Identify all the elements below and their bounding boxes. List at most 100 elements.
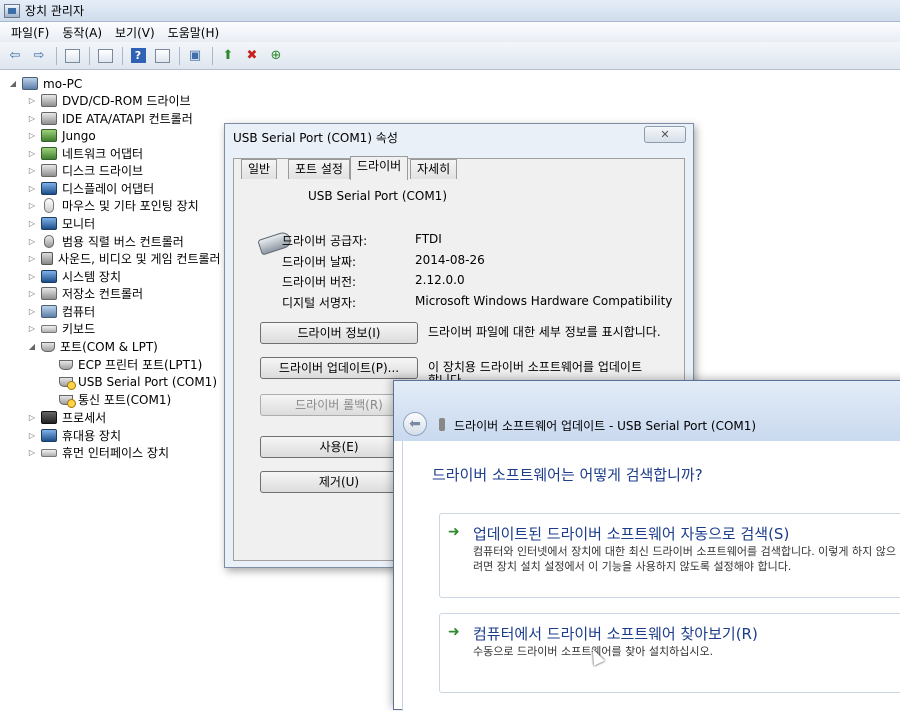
computer-icon xyxy=(41,305,57,318)
expand-icon[interactable]: ▷ xyxy=(27,237,37,246)
tree-item-label: 저장소 컨트롤러 xyxy=(62,287,144,301)
tree-item-network-adapter[interactable]: ▷ 네트워크 어댑터 xyxy=(27,145,143,162)
properties-dialog-title: USB Serial Port (COM1) 속성 xyxy=(233,131,398,145)
menu-help[interactable]: 도움말(H) xyxy=(163,24,225,41)
expand-icon[interactable]: ▷ xyxy=(27,289,37,298)
controller-icon xyxy=(41,112,57,125)
tab-port-settings[interactable]: 포트 설정 xyxy=(288,159,350,179)
update-driver-button[interactable]: 드라이버 업데이트(P)... xyxy=(260,357,418,379)
keyboard-icon xyxy=(41,324,57,333)
tree-item-disk-drive[interactable]: ▷ 디스크 드라이브 xyxy=(27,162,143,179)
scan-hardware-icon[interactable]: ▣ xyxy=(184,45,206,67)
tree-item-sound[interactable]: ▷ 사운드, 비디오 및 게임 컨트롤러 xyxy=(27,250,221,267)
expand-icon[interactable]: ▷ xyxy=(27,219,37,228)
tree-item-label: 프로세서 xyxy=(62,411,107,425)
expand-icon[interactable]: ▷ xyxy=(27,96,37,105)
expand-icon[interactable]: ▷ xyxy=(27,201,37,210)
menu-action[interactable]: 동작(A) xyxy=(57,24,107,41)
expand-icon[interactable]: ▷ xyxy=(27,448,37,457)
toolbar-divider xyxy=(179,46,180,65)
toolbar: ⇦ ⇨ ? ▣ ⬆ ✖ ⊕ xyxy=(0,42,900,70)
wizard-question: 드라이버 소프트웨어는 어떻게 검색합니까? xyxy=(432,466,703,484)
driver-provider-label: 드라이버 공급자: xyxy=(282,234,368,248)
tree-item-label: IDE ATA/ATAPI 컨트롤러 xyxy=(62,112,193,126)
expand-icon[interactable]: ▷ xyxy=(27,114,37,123)
enable-device-icon[interactable]: ⊕ xyxy=(265,45,287,67)
tree-item-comm-port[interactable]: 통신 포트(COM1) xyxy=(59,391,171,408)
tree-item-computer[interactable]: ▷ 컴퓨터 xyxy=(27,303,95,320)
tree-item-label: 네트워크 어댑터 xyxy=(62,147,144,161)
update-driver-icon[interactable]: ⬆ xyxy=(217,45,239,67)
tree-item-keyboard[interactable]: ▷ 키보드 xyxy=(27,320,95,337)
back-arrow-icon[interactable]: ⇦ xyxy=(4,45,26,67)
menu-view[interactable]: 보기(V) xyxy=(110,24,160,41)
hid-icon xyxy=(41,448,57,457)
driver-details-button[interactable]: 드라이버 정보(I) xyxy=(260,322,418,344)
digital-signer-label: 디지털 서명자: xyxy=(282,296,357,310)
option-title: 업데이트된 드라이버 소프트웨어 자동으로 검색(S) xyxy=(473,525,790,543)
driver-version-label: 드라이버 버전: xyxy=(282,275,357,289)
tree-item-usb[interactable]: ▷ 범용 직렬 버스 컨트롤러 xyxy=(27,233,184,250)
tree-item-hid[interactable]: ▷ 휴먼 인터페이스 장치 xyxy=(27,444,169,461)
tab-general[interactable]: 일반 xyxy=(241,159,278,179)
device-name: USB Serial Port (COM1) xyxy=(308,189,447,203)
port-warning-icon xyxy=(59,394,76,408)
expand-icon[interactable]: ▷ xyxy=(27,324,37,333)
menu-bar: 파일(F) 동작(A) 보기(V) 도움말(H) xyxy=(0,22,900,42)
tree-item-jungo[interactable]: ▷ Jungo xyxy=(27,127,96,144)
tree-item-label: 통신 포트(COM1) xyxy=(78,393,172,407)
tree-item-processor[interactable]: ▷ 프로세서 xyxy=(27,409,106,426)
option-title: 컴퓨터에서 드라이버 소프트웨어 찾아보기(R) xyxy=(473,625,758,643)
storage-controller-icon xyxy=(41,287,57,300)
tree-root[interactable]: ◢ mo-PC xyxy=(8,75,82,92)
collapse-icon[interactable]: ◢ xyxy=(27,342,37,351)
expand-icon[interactable]: ▷ xyxy=(27,254,37,263)
device-tree: ◢ mo-PC ▷ DVD/CD-ROM 드라이브 ▷ IDE ATA/ATAPI … xyxy=(0,72,230,699)
expand-icon[interactable]: ▷ xyxy=(27,413,37,422)
uninstall-icon[interactable]: ✖ xyxy=(241,45,263,67)
tree-item-ecp-port[interactable]: ECP 프린터 포트(LPT1) xyxy=(59,356,202,373)
port-icon xyxy=(41,341,55,352)
tree-item-label: 휴대용 장치 xyxy=(62,429,122,443)
tree-item-usb-serial[interactable]: USB Serial Port (COM1) xyxy=(59,373,217,390)
close-button[interactable]: ✕ xyxy=(644,126,686,143)
disk-icon xyxy=(41,94,57,107)
tree-item-dvd[interactable]: ▷ DVD/CD-ROM 드라이브 xyxy=(27,92,191,109)
tree-item-ide[interactable]: ▷ IDE ATA/ATAPI 컨트롤러 xyxy=(27,110,193,127)
tree-item-label: 사운드, 비디오 및 게임 컨트롤러 xyxy=(58,252,221,266)
properties-icon[interactable] xyxy=(94,45,116,67)
expand-icon[interactable]: ▷ xyxy=(27,149,37,158)
tree-item-display[interactable]: ▷ 디스플레이 어댑터 xyxy=(27,180,154,197)
tree-item-system[interactable]: ▷ 시스템 장치 xyxy=(27,268,121,285)
console-tree-icon[interactable] xyxy=(61,45,83,67)
search-automatically-option[interactable]: ➜ 업데이트된 드라이버 소프트웨어 자동으로 검색(S) 컴퓨터와 인터넷에서… xyxy=(439,513,900,598)
tree-item-label: 컴퓨터 xyxy=(62,305,96,319)
computer-icon xyxy=(22,77,38,90)
tree-item-label: 휴먼 인터페이스 장치 xyxy=(62,446,169,460)
action-pane-icon[interactable] xyxy=(151,45,173,67)
help-icon[interactable]: ? xyxy=(127,45,149,67)
driver-details-desc: 드라이버 파일에 대한 세부 정보를 표시합니다. xyxy=(428,325,661,339)
menu-file[interactable]: 파일(F) xyxy=(6,24,54,41)
tree-item-monitor[interactable]: ▷ 모니터 xyxy=(27,215,95,232)
expand-icon[interactable]: ▷ xyxy=(27,431,37,440)
expand-icon[interactable]: ▷ xyxy=(27,131,37,140)
tab-details[interactable]: 자세히 xyxy=(410,159,458,179)
forward-arrow-icon[interactable]: ⇨ xyxy=(28,45,50,67)
tree-item-portable[interactable]: ▷ 휴대용 장치 xyxy=(27,427,121,444)
collapse-icon[interactable]: ◢ xyxy=(8,79,18,88)
back-button[interactable]: ⬅ xyxy=(403,412,427,436)
expand-icon[interactable]: ▷ xyxy=(27,166,37,175)
wizard-title: 드라이버 소프트웨어 업데이트 - USB Serial Port (COM1) xyxy=(454,419,757,433)
tree-item-label: ECP 프린터 포트(LPT1) xyxy=(78,358,203,372)
tab-driver[interactable]: 드라이버 xyxy=(350,156,409,180)
expand-icon[interactable]: ▷ xyxy=(27,184,37,193)
browse-computer-option[interactable]: ➜ 컴퓨터에서 드라이버 소프트웨어 찾아보기(R) 수동으로 드라이버 소프트… xyxy=(439,613,900,693)
expand-icon[interactable]: ▷ xyxy=(27,307,37,316)
expand-icon[interactable]: ▷ xyxy=(27,272,37,281)
tree-item-mouse[interactable]: ▷ 마우스 및 기타 포인팅 장치 xyxy=(27,197,199,214)
green-arrow-icon: ➜ xyxy=(448,524,460,540)
tree-item-storage[interactable]: ▷ 저장소 컨트롤러 xyxy=(27,285,143,302)
tree-item-ports[interactable]: ◢ 포트(COM & LPT) xyxy=(27,338,158,355)
main-title-bar: 장치 관리자 xyxy=(0,0,900,22)
